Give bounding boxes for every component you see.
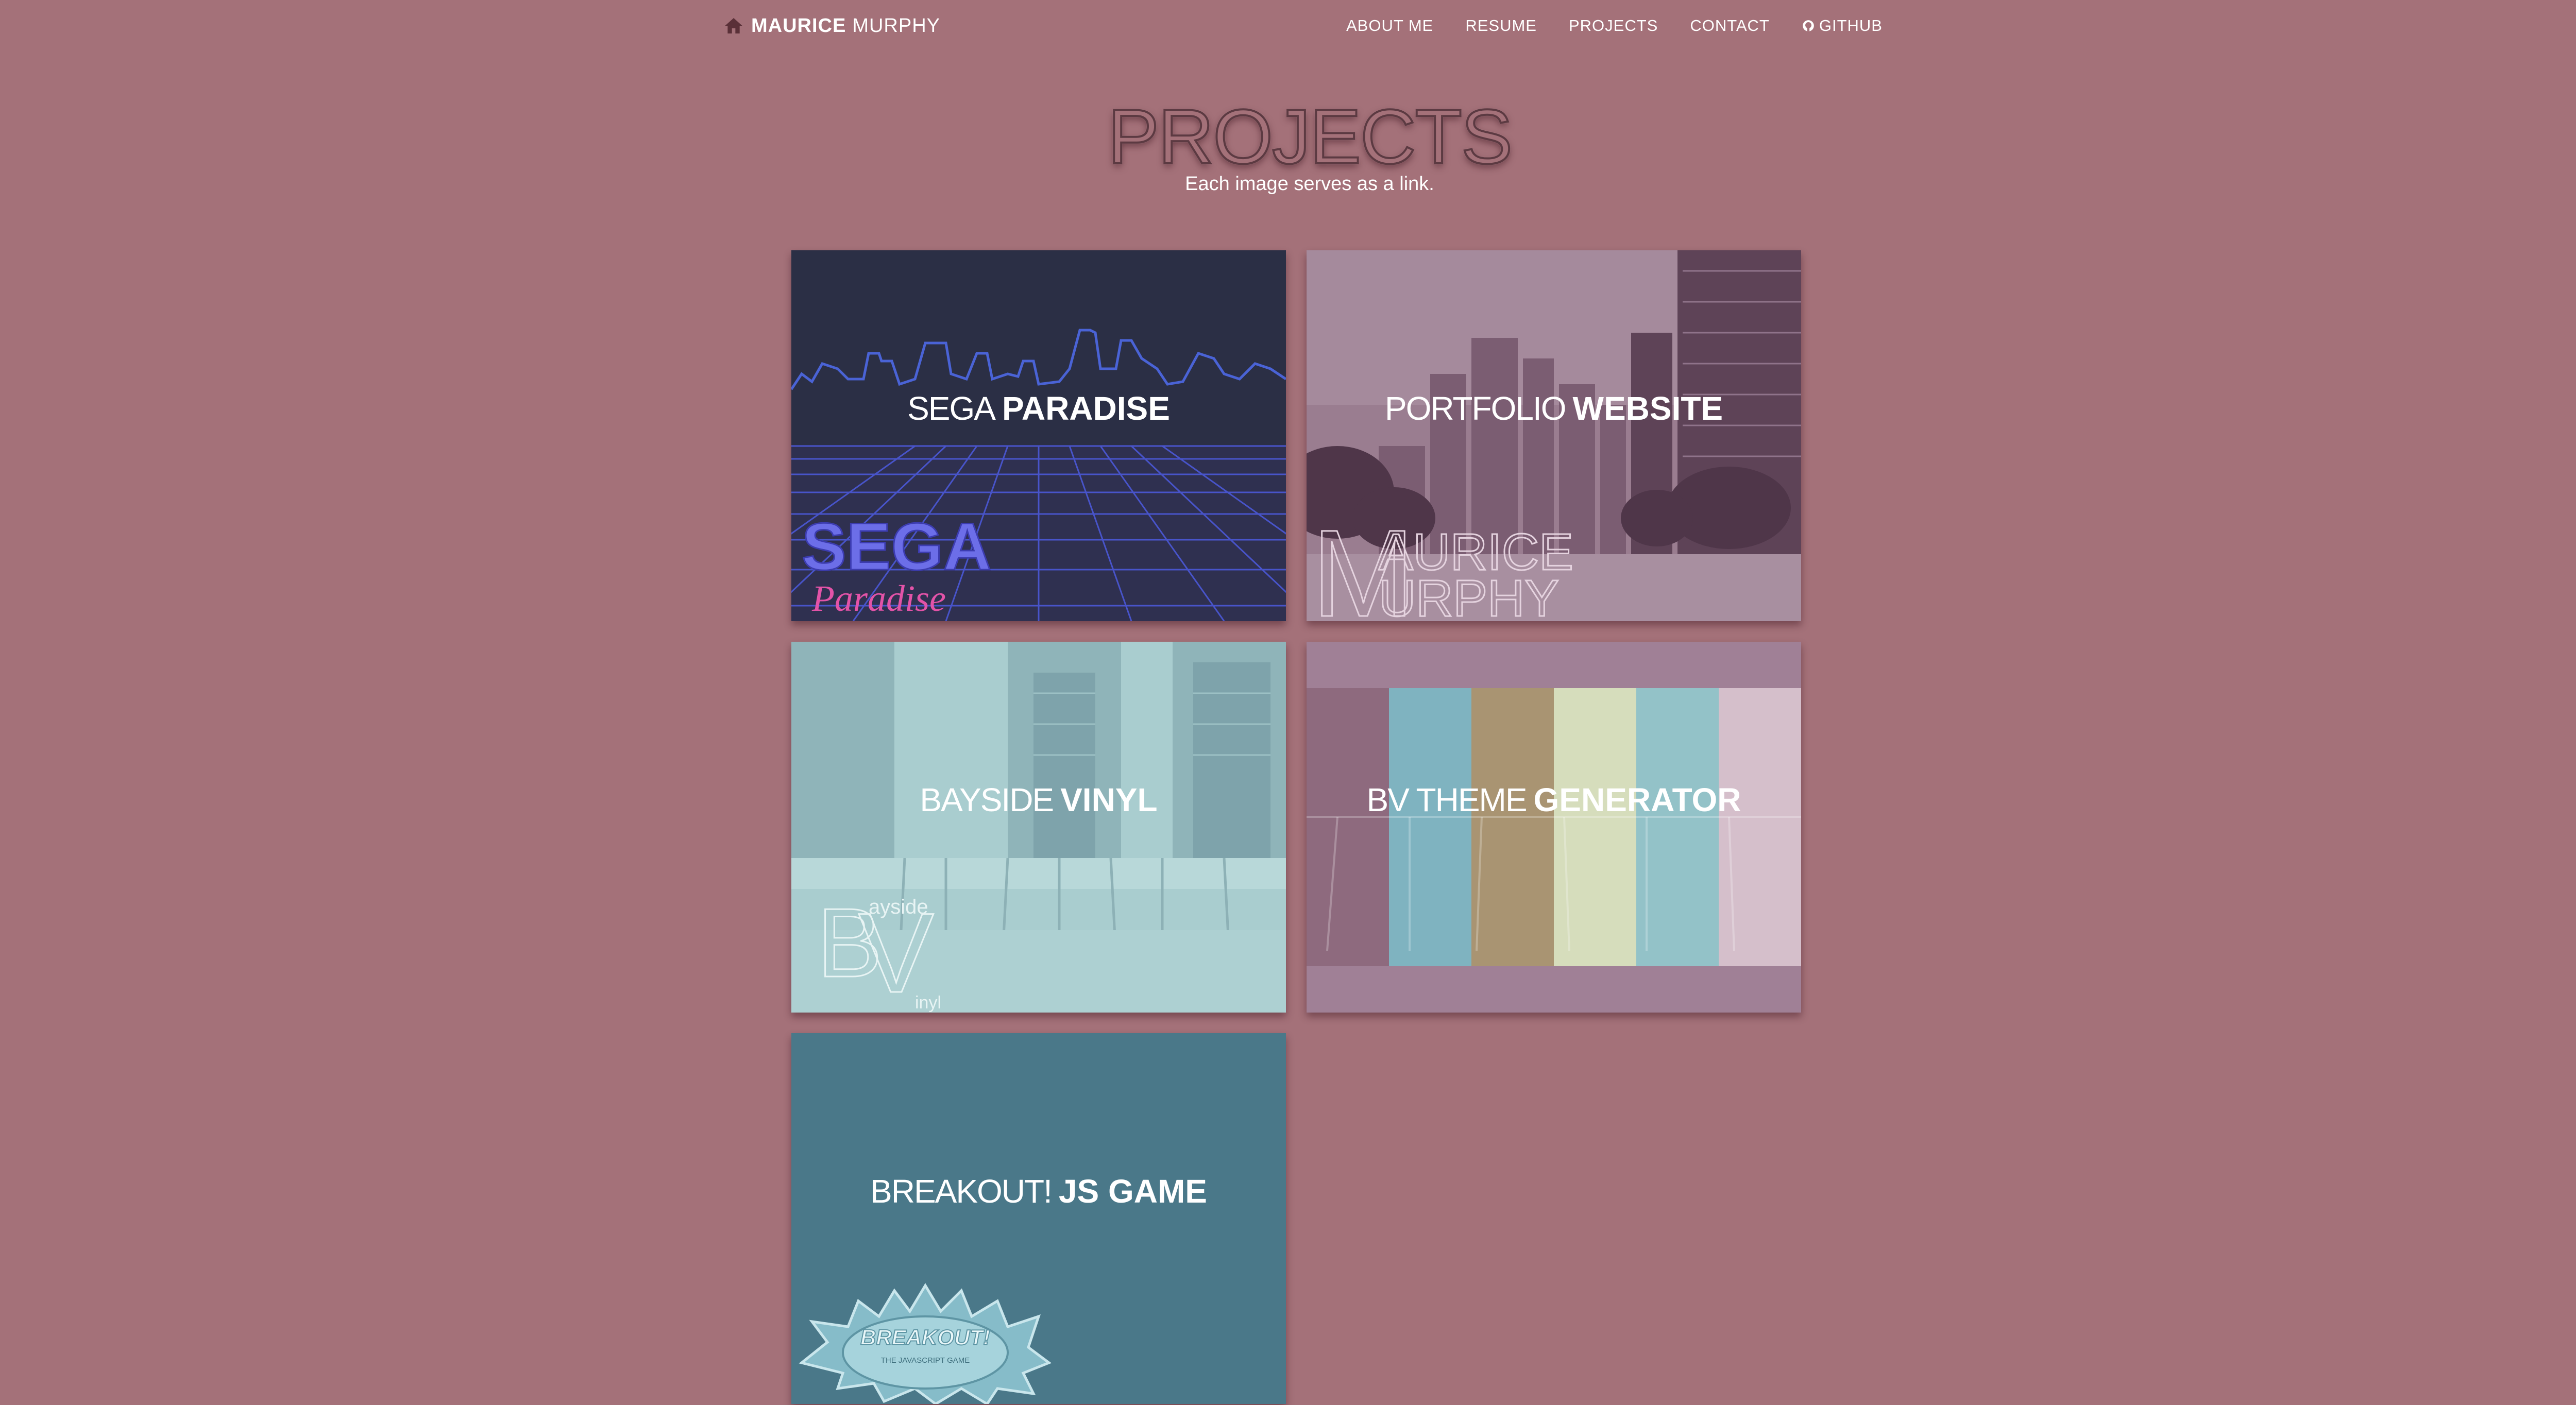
project-title-bold: VINYL: [1060, 781, 1158, 818]
vinyl-logo-line1: ayside: [869, 896, 928, 918]
project-title-bold: WEBSITE: [1572, 390, 1723, 427]
nav-links: ABOUT ME RESUME PROJECTS CONTACT GITHUB: [1346, 12, 1883, 39]
project-title-bold: JS GAME: [1058, 1173, 1207, 1210]
brand-link[interactable]: MAURICE MURPHY: [723, 11, 940, 40]
project-title-light: BV THEME: [1366, 781, 1528, 818]
breakout-logo-title: BREAKOUT!: [860, 1325, 990, 1349]
page-subtitle: Each image serves as a link.: [1185, 173, 1434, 195]
home-icon: [725, 18, 742, 33]
nav-contact[interactable]: CONTACT: [1690, 16, 1770, 35]
project-card-bv-theme-generator[interactable]: BV THEME GENERATOR: [1307, 642, 1801, 1013]
paradise-logo-text: Paradise: [811, 578, 946, 619]
page-title: PROJECTS: [0, 92, 2576, 181]
brand-last-name: MURPHY: [852, 14, 941, 37]
project-title-portfolio-website: PORTFOLIO WEBSITE: [1307, 389, 1801, 427]
nav-github-label: GITHUB: [1819, 16, 1883, 35]
project-title-light: BAYSIDE: [920, 781, 1054, 818]
breakout-image: BREAKOUT! THE JAVASCRIPT GAME: [791, 1033, 1286, 1404]
portfolio-image: M AURICE URPHY: [1307, 250, 1801, 621]
sega-paradise-image: SEGA Paradise: [791, 250, 1286, 621]
page-title-text: PROJECTS: [1107, 92, 1514, 181]
project-card-portfolio-website[interactable]: M AURICE URPHY PORTFOLIO WEBSITE: [1307, 250, 1801, 621]
bv-theme-image: [1307, 642, 1801, 1013]
project-card-breakout-js-game[interactable]: BREAKOUT! THE JAVASCRIPT GAME BREAKOUT! J…: [791, 1033, 1286, 1404]
sega-logo-text: SEGA: [802, 509, 991, 584]
brand-first-name: MAURICE: [751, 14, 846, 37]
bayside-vinyl-image: B V ayside inyl: [791, 642, 1286, 1013]
project-title-bv-theme-generator: BV THEME GENERATOR: [1307, 781, 1801, 819]
nav-about-me[interactable]: ABOUT ME: [1346, 16, 1433, 35]
project-title-light: PORTFOLIO: [1384, 390, 1567, 427]
project-title-light: BREAKOUT!: [870, 1173, 1053, 1210]
project-title-bold: GENERATOR: [1533, 781, 1741, 818]
nav-github[interactable]: GITHUB: [1802, 16, 1883, 35]
github-icon: [1803, 20, 1814, 31]
nav-projects[interactable]: PROJECTS: [1569, 16, 1658, 35]
vinyl-logo-line2: inyl: [915, 993, 941, 1013]
portfolio-logo-line2: URPHY: [1379, 570, 1559, 621]
project-title-breakout-js-game: BREAKOUT! JS GAME: [791, 1172, 1286, 1210]
project-title-light: SEGA: [907, 390, 996, 427]
project-title-bayside-vinyl: BAYSIDE VINYL: [791, 781, 1286, 819]
nav-resume[interactable]: RESUME: [1465, 16, 1537, 35]
project-title-sega-paradise: SEGA PARADISE: [791, 389, 1286, 427]
project-title-bold: PARADISE: [1002, 390, 1170, 427]
navbar: MAURICE MURPHY ABOUT ME RESUME PROJECTS …: [0, 0, 2576, 52]
project-card-bayside-vinyl[interactable]: B V ayside inyl BAYSIDE VINYL: [791, 642, 1286, 1013]
project-card-sega-paradise[interactable]: SEGA Paradise SEGA PARADISE: [791, 250, 1286, 621]
breakout-logo-subtitle: THE JAVASCRIPT GAME: [881, 1356, 970, 1365]
